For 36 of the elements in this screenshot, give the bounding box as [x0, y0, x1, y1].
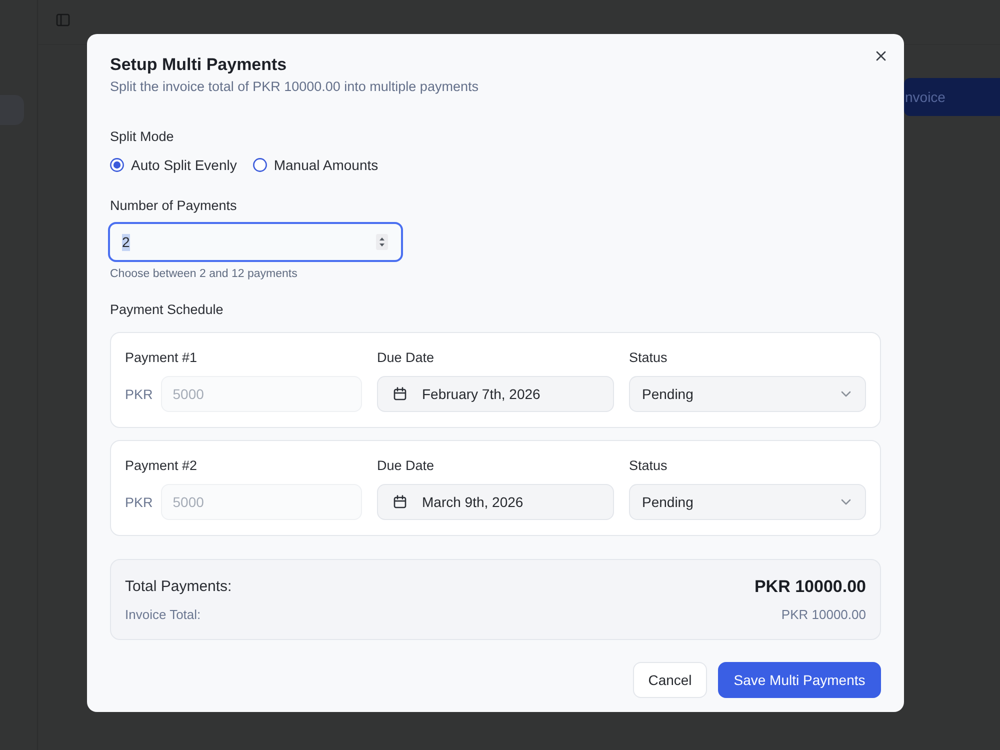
due-date-label: Due Date — [377, 457, 436, 475]
total-payments-value: PKR 10000.00 — [754, 576, 866, 598]
currency-label: PKR — [125, 386, 153, 402]
date-picker-field[interactable]: February 7th, 2026 — [377, 376, 614, 412]
spinner-icon[interactable] — [376, 234, 388, 250]
total-payments-label: Total Payments: — [125, 577, 232, 597]
sidebar-toggle-icon[interactable] — [56, 13, 70, 27]
payment-title: Payment #1 — [125, 349, 198, 367]
calendar-icon — [393, 387, 407, 401]
date-picker-field[interactable]: March 9th, 2026 — [377, 484, 614, 520]
calendar-icon — [393, 495, 407, 509]
save-button[interactable]: Save Multi Payments — [718, 662, 881, 698]
hint-text: Choose between 2 and 12 payments — [110, 267, 298, 281]
radio-selected-icon[interactable] — [110, 158, 124, 172]
number-input[interactable]: 2 — [108, 222, 403, 262]
currency-label: PKR — [125, 494, 153, 510]
dialog-subtitle: Split the invoice total of PKR 10000.00 into multiple payments — [110, 78, 480, 96]
chevron-down-icon — [841, 499, 851, 505]
status-select[interactable]: Pending — [629, 484, 866, 520]
due-date-label: Due Date — [377, 349, 436, 367]
payment-title: Payment #2 — [125, 457, 198, 475]
invoice-total-value: PKR 10000.00 — [781, 607, 866, 623]
dialog-title: Setup Multi Payments — [110, 54, 288, 76]
invoice-total-label: Invoice Total: — [125, 607, 201, 623]
status-select[interactable]: Pending — [629, 376, 866, 412]
status-label: Status — [629, 457, 668, 475]
close-icon[interactable] — [876, 51, 886, 61]
radio-label[interactable]: Manual Amounts — [274, 156, 378, 174]
split-mode-label: Split Mode — [110, 128, 175, 146]
number-of-payments-label: Number of Payments — [110, 197, 238, 215]
payment-schedule-label: Payment Schedule — [110, 301, 224, 319]
status-label: Status — [629, 349, 668, 367]
radio-label[interactable]: Auto Split Evenly — [131, 156, 237, 174]
chevron-down-icon — [841, 391, 851, 397]
radio-icon[interactable] — [252, 158, 267, 172]
cancel-button[interactable]: Cancel — [633, 662, 707, 698]
